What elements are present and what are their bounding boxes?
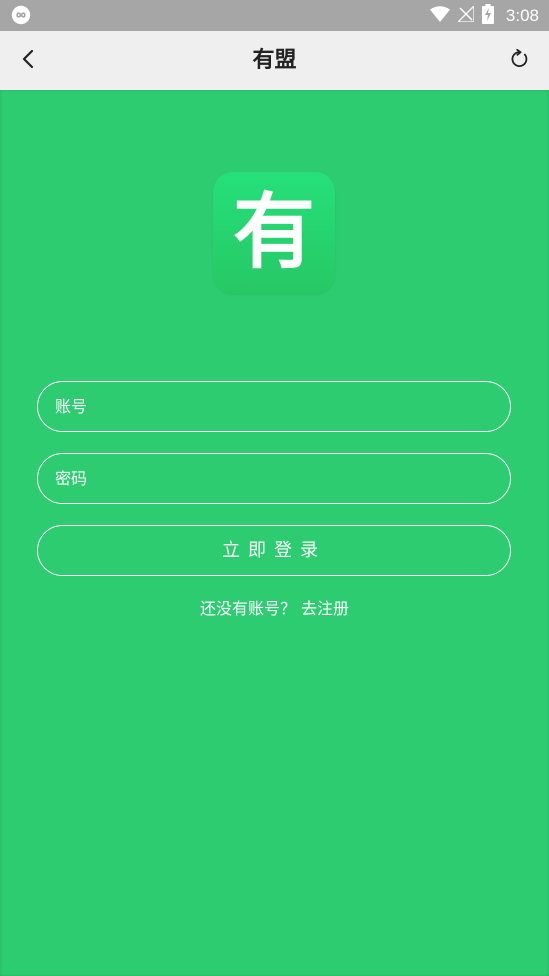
password-placeholder: 密码	[55, 469, 88, 488]
login-screen: 有 账号 密码 立即登录 还没有账号？ 去注册	[0, 90, 549, 976]
logo-text: 有	[232, 185, 315, 280]
password-input[interactable]: 密码	[37, 453, 511, 504]
account-placeholder: 账号	[55, 397, 88, 416]
app-notification-icon	[11, 5, 31, 25]
title-bar: 有盟	[0, 31, 549, 90]
login-button[interactable]: 立即登录	[37, 525, 511, 576]
refresh-button[interactable]	[506, 47, 534, 75]
register-prompt: 还没有账号？	[199, 599, 296, 618]
status-bar: 3:08	[0, 0, 549, 31]
battery-charging-icon	[481, 3, 494, 28]
register-link[interactable]: 去注册	[301, 599, 349, 618]
register-row: 还没有账号？ 去注册	[0, 595, 549, 619]
app-logo: 有	[213, 172, 335, 294]
no-signal-icon	[456, 3, 475, 26]
page-title: 有盟	[252, 48, 297, 73]
status-time: 3:08	[505, 5, 539, 25]
account-input[interactable]: 账号	[37, 381, 511, 432]
status-icons: 3:08	[429, 0, 539, 31]
wifi-icon	[429, 5, 450, 26]
refresh-icon	[510, 48, 530, 73]
